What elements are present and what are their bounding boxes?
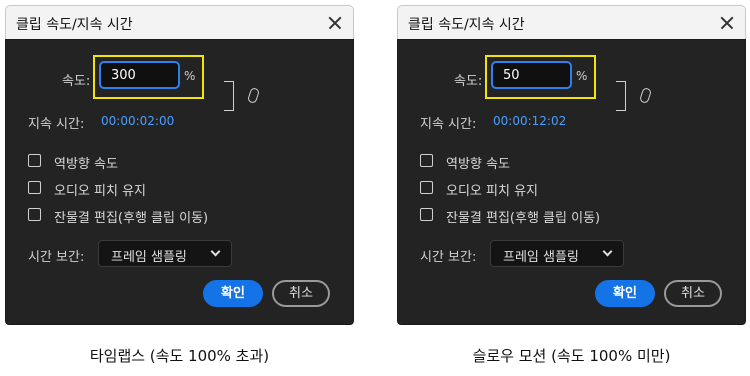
checkbox-label: 잔물결 편집(후행 클립 이동) xyxy=(54,211,209,226)
cancel-button[interactable]: 취소 xyxy=(664,280,722,307)
caption-timelapse: 타임랩스 (속도 100% 초과) xyxy=(89,347,270,365)
speed-duration-dialog-timelapse: 클립 속도/지속 시간 속도: 300 % 지속 시간: 00:00:02:00… xyxy=(5,5,354,325)
time-interpolation-select[interactable]: 프레임 샘플링 xyxy=(490,240,624,267)
duration-value[interactable]: 00:00:12:02 xyxy=(493,114,566,128)
dialog-body: 속도: 300 % 지속 시간: 00:00:02:00 역방향 속도 오디오 … xyxy=(5,39,354,325)
link-bracket xyxy=(616,81,626,111)
checkbox-label: 오디오 피치 유지 xyxy=(54,184,146,199)
dialog-titlebar: 클립 속도/지속 시간 xyxy=(5,5,354,39)
time-interpolation-label: 시간 보간: xyxy=(28,250,85,265)
time-interpolation-value: 프레임 샘플링 xyxy=(503,250,579,265)
time-interpolation-value: 프레임 샘플링 xyxy=(111,250,187,265)
dialog-title: 클립 속도/지속 시간 xyxy=(408,17,525,33)
checkbox-box[interactable] xyxy=(28,154,41,167)
cancel-button[interactable]: 취소 xyxy=(272,280,330,307)
speed-input[interactable]: 50 xyxy=(491,61,572,89)
link-bracket xyxy=(224,81,234,111)
checkbox-label: 역방향 속도 xyxy=(54,157,118,172)
dialog-body: 속도: 50 % 지속 시간: 00:00:12:02 역방향 속도 오디오 피… xyxy=(397,39,746,325)
checkbox-box[interactable] xyxy=(420,208,433,221)
duration-label: 지속 시간: xyxy=(28,117,85,132)
duration-label: 지속 시간: xyxy=(420,117,477,132)
speed-duration-dialog-slow-motion: 클립 속도/지속 시간 속도: 50 % 지속 시간: 00:00:12:02 … xyxy=(397,5,746,325)
close-icon[interactable] xyxy=(323,11,347,35)
speed-input[interactable]: 300 xyxy=(99,61,180,89)
chain-link-icon[interactable] xyxy=(638,86,653,105)
chevron-down-icon xyxy=(210,246,221,257)
percent-symbol: % xyxy=(184,69,196,83)
speed-label: 속도: xyxy=(62,74,91,89)
time-interpolation-label: 시간 보간: xyxy=(420,250,477,265)
checkbox-box[interactable] xyxy=(28,181,41,194)
checkbox-label: 역방향 속도 xyxy=(446,157,510,172)
dialog-title: 클립 속도/지속 시간 xyxy=(16,17,133,33)
checkbox-box[interactable] xyxy=(420,181,433,194)
checkbox-box[interactable] xyxy=(420,154,433,167)
percent-symbol: % xyxy=(576,69,588,83)
duration-value[interactable]: 00:00:02:00 xyxy=(101,114,174,128)
close-icon[interactable] xyxy=(715,11,739,35)
speed-label: 속도: xyxy=(454,74,483,89)
ok-button[interactable]: 확인 xyxy=(595,280,655,307)
checkbox-label: 오디오 피치 유지 xyxy=(446,184,538,199)
caption-slow-motion: 슬로우 모션 (속도 100% 미만) xyxy=(472,347,671,365)
chain-link-icon[interactable] xyxy=(246,86,261,105)
dialog-titlebar: 클립 속도/지속 시간 xyxy=(397,5,746,39)
checkbox-box[interactable] xyxy=(28,208,41,221)
checkbox-label: 잔물결 편집(후행 클립 이동) xyxy=(446,211,601,226)
chevron-down-icon xyxy=(602,246,613,257)
time-interpolation-select[interactable]: 프레임 샘플링 xyxy=(98,240,232,267)
ok-button[interactable]: 확인 xyxy=(203,280,263,307)
